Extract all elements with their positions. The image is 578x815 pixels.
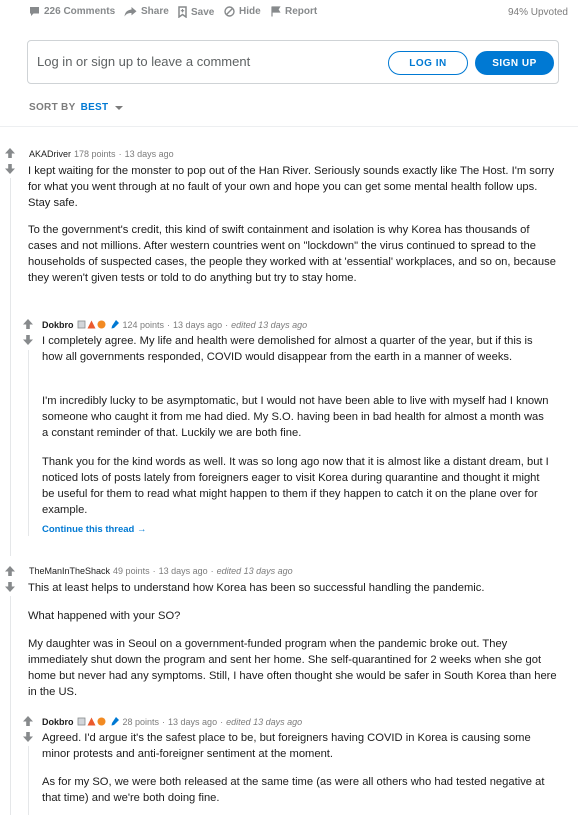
user-awards	[77, 717, 106, 726]
flair-icon	[87, 320, 95, 329]
comment-paragraph: As for my SO, we were both released at t…	[42, 776, 545, 804]
login-prompt-box: Log in or sign up to leave a comment LOG…	[27, 40, 559, 84]
comment-time: 13 days ago	[124, 149, 174, 159]
comment-points: 178 points	[74, 149, 116, 159]
separator-dot: ·	[118, 149, 122, 159]
downvote-arrow-icon[interactable]	[23, 732, 33, 742]
flag-icon	[271, 6, 281, 17]
comment-meta: AKADriver 178 points · 13 days ago	[29, 149, 174, 159]
separator-dot: ·	[167, 319, 171, 330]
thread-line[interactable]	[10, 596, 11, 815]
save-label: Save	[191, 6, 215, 18]
comment-meta: TheManInTheShack 49 points · 13 days ago…	[29, 566, 293, 576]
comment-time: 13 days ago	[158, 566, 208, 576]
sort-label: SORT BY	[29, 102, 76, 113]
signup-button[interactable]: SIGN UP	[475, 51, 554, 75]
comment-edited: edited 13 days ago	[226, 716, 303, 727]
trophy-icon	[77, 717, 85, 726]
hide-icon	[224, 6, 235, 17]
comment-paragraph: I completely agree. My life and health w…	[42, 335, 533, 363]
downvote-arrow-icon[interactable]	[5, 582, 15, 592]
comment-paragraph: What happened with your SO?	[28, 610, 181, 622]
op-mic-icon	[111, 717, 119, 726]
continue-thread-link[interactable]: Continue this thread →	[42, 524, 147, 535]
separator-dot: ·	[152, 566, 156, 576]
comment-meta: Dokbro 28 points · 13 days ago · edited …	[42, 716, 302, 727]
share-icon	[124, 7, 137, 17]
downvote-arrow-icon[interactable]	[5, 164, 15, 174]
upvote-arrow-icon[interactable]	[5, 148, 15, 158]
trophy-icon	[77, 320, 85, 329]
save-button[interactable]: Save	[178, 6, 214, 18]
comment-edited: edited 13 days ago	[231, 319, 308, 330]
comment-paragraph: I kept waiting for the monster to pop ou…	[28, 165, 555, 209]
hide-button[interactable]: Hide	[224, 6, 261, 17]
comment-paragraph: To the government's credit, this kind of…	[28, 224, 556, 284]
comment-meta: Dokbro 124 points · 13 days ago · edited…	[42, 319, 307, 330]
comment-paragraph: I'm incredibly lucky to be asymptomatic,…	[42, 395, 549, 439]
comment-points: 28 points	[122, 716, 160, 727]
hide-label: Hide	[239, 6, 261, 17]
login-button[interactable]: LOG IN	[388, 51, 468, 75]
comment-points: 124 points	[122, 319, 165, 330]
share-label: Share	[141, 6, 169, 17]
login-prompt-text: Log in or sign up to leave a comment	[37, 54, 251, 69]
op-mic-icon	[111, 320, 119, 329]
comment-paragraph: Thank you for the kind words as well. It…	[42, 456, 549, 516]
upvote-arrow-icon[interactable]	[5, 566, 15, 576]
upvote-arrow-icon[interactable]	[23, 319, 33, 329]
separator-dot: ·	[225, 319, 229, 330]
comment-author[interactable]: AKADriver	[29, 149, 71, 159]
sort-value: BEST	[80, 102, 109, 113]
orange-badge-icon	[97, 320, 105, 329]
comment-time: 13 days ago	[173, 319, 223, 330]
comments-count: 226 Comments	[44, 6, 116, 17]
comment-paragraph: This at least helps to understand how Ko…	[28, 582, 485, 594]
flair-icon	[87, 717, 95, 726]
comment-edited: edited 13 days ago	[216, 566, 293, 576]
separator-dot: ·	[210, 566, 214, 576]
comment-paragraph: My daughter was in Seoul on a government…	[28, 638, 557, 698]
downvote-arrow-icon[interactable]	[23, 335, 33, 345]
divider	[0, 126, 578, 127]
thread-line[interactable]	[28, 350, 29, 536]
comment-author[interactable]: Dokbro	[42, 320, 74, 330]
separator-dot: ·	[220, 716, 224, 727]
comment-author[interactable]: TheManInTheShack	[29, 566, 110, 576]
thread-line[interactable]	[28, 746, 29, 815]
comments-button[interactable]: 226 Comments	[29, 6, 115, 17]
comment-paragraph: Agreed. I'd argue it's the safest place …	[42, 732, 531, 760]
thread-line[interactable]	[10, 178, 11, 556]
user-awards	[77, 320, 106, 329]
sort-dropdown[interactable]: SORT BY BEST	[29, 102, 124, 113]
orange-badge-icon	[97, 717, 105, 726]
upvote-arrow-icon[interactable]	[23, 716, 33, 726]
report-button[interactable]: Report	[271, 6, 317, 17]
separator-dot: ·	[162, 716, 166, 727]
report-label: Report	[285, 6, 318, 17]
comment-time: 13 days ago	[168, 716, 218, 727]
chevron-down-icon	[115, 105, 124, 110]
upvote-ratio: 94% Upvoted	[507, 7, 568, 18]
comment-points: 49 points	[113, 566, 150, 576]
comment-icon	[30, 7, 39, 16]
share-button[interactable]: Share	[124, 6, 169, 17]
post-action-bar: 226 Comments Share Save Hide Report 94% …	[0, 0, 578, 26]
bookmark-icon	[178, 6, 187, 18]
comment-author[interactable]: Dokbro	[42, 717, 74, 727]
